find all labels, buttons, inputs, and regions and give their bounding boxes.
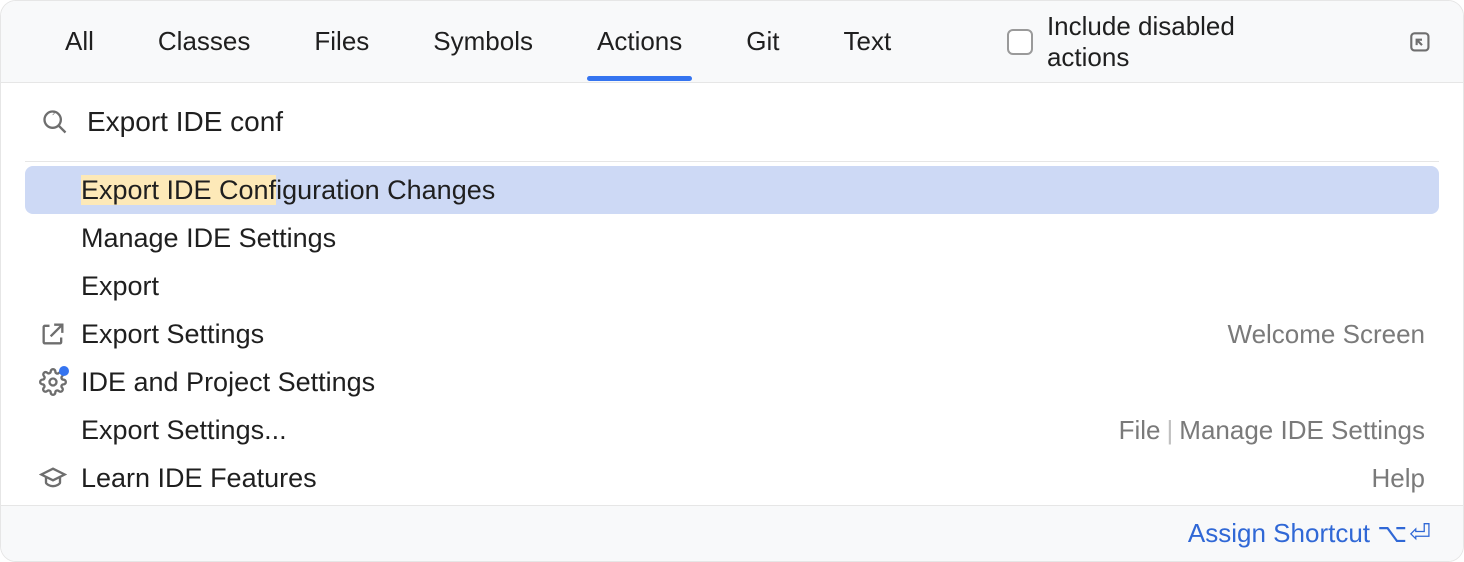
pin-icon[interactable] bbox=[1407, 29, 1433, 55]
result-row[interactable]: Export bbox=[25, 262, 1439, 310]
result-label: Export IDE Configuration Changes bbox=[81, 175, 1425, 206]
search-everywhere-popup: All Classes Files Symbols Actions Git Te… bbox=[0, 0, 1464, 562]
tab-git[interactable]: Git bbox=[742, 2, 783, 81]
search-icon bbox=[41, 108, 69, 136]
tab-actions[interactable]: Actions bbox=[593, 2, 686, 81]
search-input[interactable] bbox=[87, 106, 1423, 138]
result-hint: Help bbox=[1372, 463, 1425, 494]
include-disabled-label: Include disabled actions bbox=[1047, 11, 1321, 73]
shortcut-glyph: ⌥⏎ bbox=[1377, 518, 1433, 548]
result-label: IDE and Project Settings bbox=[81, 367, 1425, 398]
tab-text[interactable]: Text bbox=[840, 2, 896, 81]
result-row[interactable]: Export IDE Configuration Changes bbox=[25, 166, 1439, 214]
result-label: Learn IDE Features bbox=[81, 463, 1358, 494]
include-disabled-checkbox[interactable]: Include disabled actions bbox=[1007, 11, 1321, 73]
graduation-cap-icon bbox=[39, 464, 67, 492]
tab-symbols[interactable]: Symbols bbox=[429, 2, 537, 81]
result-row[interactable]: Learn IDE Features Help bbox=[25, 454, 1439, 502]
assign-shortcut-link[interactable]: Assign Shortcut ⌥⏎ bbox=[1188, 518, 1433, 549]
result-row[interactable]: Export Settings Welcome Screen bbox=[25, 310, 1439, 358]
tab-files[interactable]: Files bbox=[310, 2, 373, 81]
result-row[interactable]: Export Settings... File|Manage IDE Setti… bbox=[25, 406, 1439, 454]
checkbox-icon bbox=[1007, 29, 1033, 55]
external-link-icon bbox=[39, 320, 67, 348]
result-hint: Welcome Screen bbox=[1228, 319, 1426, 350]
result-label: Manage IDE Settings bbox=[81, 223, 1425, 254]
tab-classes[interactable]: Classes bbox=[154, 2, 254, 81]
gear-icon bbox=[39, 368, 67, 396]
tab-all[interactable]: All bbox=[61, 2, 98, 81]
result-row[interactable]: Manage IDE Settings bbox=[25, 214, 1439, 262]
result-row[interactable]: IDE and Project Settings bbox=[25, 358, 1439, 406]
search-bar bbox=[1, 83, 1463, 161]
results-list: Export IDE Configuration Changes Manage … bbox=[1, 162, 1463, 505]
result-label: Export Settings... bbox=[81, 415, 1105, 446]
result-label: Export bbox=[81, 271, 1425, 302]
result-label: Export Settings bbox=[81, 319, 1214, 350]
footer: Assign Shortcut ⌥⏎ bbox=[1, 505, 1463, 561]
tab-bar: All Classes Files Symbols Actions Git Te… bbox=[1, 1, 1463, 83]
result-hint: File|Manage IDE Settings bbox=[1119, 415, 1425, 446]
